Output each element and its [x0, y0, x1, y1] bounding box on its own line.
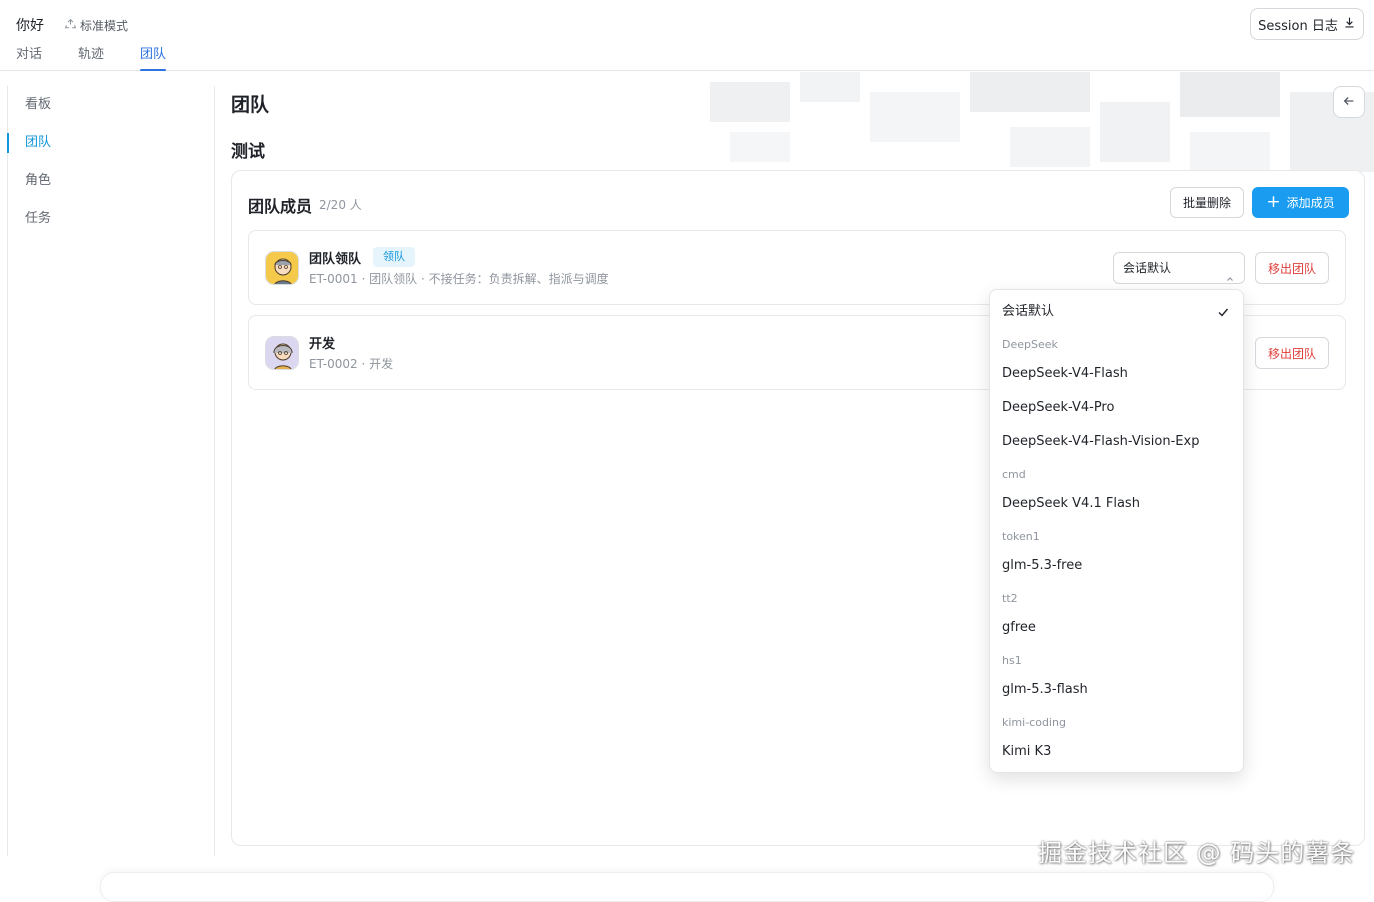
dropdown-group-label: token1: [1002, 530, 1040, 543]
avatar: [265, 336, 299, 370]
add-member-label: 添加成员: [1286, 196, 1335, 210]
greeting-title: 你好: [16, 18, 44, 34]
main-tabs: 对话 轨迹 团队: [16, 43, 167, 71]
download-icon: [1343, 16, 1356, 33]
arrow-left-icon: [1342, 93, 1356, 112]
model-dropdown-menu: 会话默认 DeepSeek DeepSeek-V4-Flash DeepSeek…: [989, 289, 1244, 773]
remove-from-team-button[interactable]: 移出团队: [1255, 337, 1329, 369]
plus-icon: +: [1266, 192, 1281, 212]
sidebar-item-team[interactable]: 团队: [7, 124, 214, 162]
sidebar-item-tasks[interactable]: 任务: [8, 200, 214, 238]
add-member-button[interactable]: + 添加成员: [1252, 187, 1349, 218]
remove-from-team-button[interactable]: 移出团队: [1255, 252, 1329, 284]
tab-team[interactable]: 团队: [140, 43, 167, 71]
member-name: 团队领队: [309, 252, 362, 267]
avatar: [265, 251, 299, 285]
dropdown-option[interactable]: DeepSeek-V4-Flash: [990, 360, 1243, 388]
dropdown-option-label: 会话默认: [1002, 304, 1055, 319]
collapse-panel-button[interactable]: [1333, 86, 1365, 118]
mode-label: 标准模式: [80, 19, 129, 33]
dropdown-option[interactable]: Kimi K3: [990, 738, 1243, 766]
mode-indicator[interactable]: 标准模式: [64, 17, 128, 34]
dropdown-group-label: cmd: [1002, 468, 1026, 481]
dropdown-option[interactable]: glm-5.3-flash: [990, 676, 1243, 704]
page-title: 团队: [231, 94, 270, 116]
watermark: 掘金技术社区 @ 码头的薯条: [1038, 839, 1356, 867]
member-description: ET-0001 · 团队领队 · 不接任务：负责拆解、指派与调度: [309, 272, 609, 286]
sidebar-item-roles[interactable]: 角色: [8, 162, 214, 200]
dropdown-option[interactable]: DeepSeek-V4-Pro: [990, 394, 1243, 422]
sidebar-item-board[interactable]: 看板: [8, 86, 214, 124]
dropdown-group-label: DeepSeek: [1002, 338, 1058, 351]
dropdown-group-label: tt2: [1002, 592, 1018, 605]
chevron-up-icon: [1226, 264, 1234, 281]
members-count: 2/20 人: [319, 198, 362, 212]
team-name: 测试: [231, 142, 265, 162]
member-name: 开发: [309, 337, 336, 352]
members-panel-title: 团队成员: [248, 197, 313, 216]
batch-delete-button[interactable]: 批量删除: [1170, 187, 1244, 218]
dropdown-group-label: kimi-coding: [1002, 716, 1066, 729]
member-description: ET-0002 · 开发: [309, 357, 394, 371]
leader-badge: 领队: [373, 247, 415, 267]
top-bar: 你好 标准模式 对话 轨迹 团队 Session 日志: [0, 0, 1374, 71]
dropdown-group-label: hs1: [1002, 654, 1022, 667]
dropdown-option-selected[interactable]: 会话默认: [990, 298, 1243, 326]
dropdown-option[interactable]: glm-5.3-free: [990, 552, 1243, 580]
dropdown-option[interactable]: gfree: [990, 614, 1243, 642]
session-log-button[interactable]: Session 日志: [1250, 8, 1364, 40]
bottom-input-bar: [100, 872, 1274, 902]
model-select[interactable]: 会话默认: [1113, 252, 1245, 284]
dropdown-option[interactable]: DeepSeek-V4-Flash-Vision-Exp: [990, 428, 1243, 456]
model-select-value: 会话默认: [1123, 261, 1172, 275]
tab-chat[interactable]: 对话: [16, 43, 42, 71]
sidebar: 看板 团队 角色 任务: [7, 86, 215, 856]
tab-trace[interactable]: 轨迹: [78, 43, 104, 71]
recycle-icon: [64, 18, 77, 34]
session-log-label: Session 日志: [1258, 18, 1338, 34]
dropdown-option[interactable]: DeepSeek V4.1 Flash: [990, 490, 1243, 518]
